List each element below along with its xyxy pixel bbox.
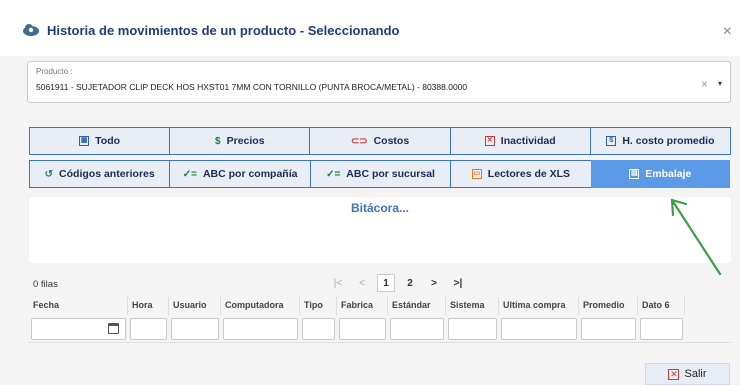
tab-lectores-xls[interactable]: ▭ Lectores de XLS xyxy=(450,160,591,188)
estandar-filter-input[interactable] xyxy=(390,318,444,340)
usuario-filter-input[interactable] xyxy=(171,318,219,340)
clear-icon[interactable]: × xyxy=(701,77,708,91)
col-computadora[interactable]: Computadora xyxy=(221,297,300,315)
hora-filter-input[interactable] xyxy=(130,318,167,340)
dialog-title: Historia de movimientos de un producto -… xyxy=(47,23,400,38)
promedio-filter-input[interactable] xyxy=(581,318,636,340)
calendar-icon[interactable] xyxy=(108,323,119,334)
product-select[interactable]: Producto : 5061911 - SUJETADOR CLIP DECK… xyxy=(27,61,731,103)
computadora-filter-input[interactable] xyxy=(223,318,298,340)
tab-h-costo-promedio[interactable]: $ H. costo promedio xyxy=(589,127,732,155)
fecha-filter-input[interactable] xyxy=(31,318,126,340)
rows-count: 0 filas xyxy=(33,279,58,290)
tab-label: Todo xyxy=(95,135,121,147)
sistema-filter-input[interactable] xyxy=(448,318,497,340)
fabrica-filter-input[interactable] xyxy=(339,318,386,340)
tab-precios[interactable]: $ Precios xyxy=(169,127,310,155)
tab-abc-sucursal[interactable]: ✓= ABC por sucursal xyxy=(309,160,451,188)
ultima-compra-filter-input[interactable] xyxy=(501,318,577,340)
tab-label: ABC por sucursal xyxy=(346,168,435,180)
col-sistema[interactable]: Sistema xyxy=(446,297,499,315)
bitacora-title: Bitácora... xyxy=(350,201,410,215)
chevron-down-icon[interactable]: ▾ xyxy=(718,79,722,88)
grid-icon: ▦ xyxy=(79,136,90,146)
tab-codigos-anteriores[interactable]: ↺ Códigos anteriores xyxy=(29,160,170,188)
last-page-button[interactable]: >| xyxy=(449,274,467,292)
x-box-icon: ✕ xyxy=(484,136,495,146)
tab-label: Códigos anteriores xyxy=(59,168,155,180)
x-box-icon: ✕ xyxy=(668,368,680,380)
tab-abc-compania[interactable]: ✓= ABC por compañía xyxy=(169,160,310,188)
tipo-filter-input[interactable] xyxy=(302,318,335,340)
tab-label: Lectores de XLS xyxy=(487,168,571,180)
money-icon: ⊂⊃ xyxy=(350,135,368,147)
cloud-search-icon xyxy=(23,24,39,36)
product-label: Producto : xyxy=(36,67,73,76)
package-icon: ▤ xyxy=(629,169,640,179)
pager: |< < 1 2 > >| xyxy=(329,274,467,292)
grid-header: Fecha Hora Usuario Computadora Tipo Fabr… xyxy=(29,297,685,315)
grid-toolbar: 0 filas |< < 1 2 > >| xyxy=(29,273,731,295)
tab-label: Embalaje xyxy=(645,168,692,180)
col-tipo[interactable]: Tipo xyxy=(300,297,337,315)
tab-label: H. costo promedio xyxy=(622,135,715,147)
tab-row-1: ▦ Todo $ Precios ⊂⊃ Costos ✕ Inactividad… xyxy=(29,127,732,155)
exit-button[interactable]: ✕ Salir xyxy=(645,363,730,385)
col-usuario[interactable]: Usuario xyxy=(169,297,221,315)
annotation-arrow-icon xyxy=(670,198,722,276)
tab-label: ABC por compañía xyxy=(202,168,298,180)
page-2-button[interactable]: 2 xyxy=(401,274,419,292)
page-1-button[interactable]: 1 xyxy=(377,274,395,292)
col-fecha[interactable]: Fecha xyxy=(29,297,128,315)
col-dato-6[interactable]: Dato 6 xyxy=(638,297,685,315)
grid-filter-row xyxy=(29,318,685,342)
history-dialog: Historia de movimientos de un producto -… xyxy=(0,0,740,385)
col-hora[interactable]: Hora xyxy=(128,297,169,315)
prev-page-button[interactable]: < xyxy=(353,274,371,292)
checklist-icon: ✓= xyxy=(182,168,197,180)
tab-label: Costos xyxy=(373,135,410,147)
book-icon: ▭ xyxy=(471,169,482,179)
dollar-icon: $ xyxy=(215,135,221,147)
col-fabrica[interactable]: Fabrica xyxy=(337,297,388,315)
exit-label: Salir xyxy=(684,368,707,380)
document-dollar-icon: $ xyxy=(606,136,617,146)
tab-embalaje[interactable]: ▤ Embalaje xyxy=(590,160,732,188)
tab-costos[interactable]: ⊂⊃ Costos xyxy=(309,127,450,155)
tab-row-2: ↺ Códigos anteriores ✓= ABC por compañía… xyxy=(29,160,732,188)
dato-6-filter-input[interactable] xyxy=(640,318,683,340)
col-ultima-compra[interactable]: Ultima compra xyxy=(499,297,579,315)
col-estandar[interactable]: Estándar xyxy=(388,297,446,315)
product-value: 5061911 - SUJETADOR CLIP DECK HOS HXST01… xyxy=(36,82,468,92)
first-page-button[interactable]: |< xyxy=(329,274,347,292)
bitacora-panel: Bitácora... xyxy=(29,197,731,263)
checklist-icon: ✓= xyxy=(326,168,341,180)
close-icon[interactable]: × xyxy=(723,24,732,40)
history-icon: ↺ xyxy=(44,168,54,180)
tab-inactividad[interactable]: ✕ Inactividad xyxy=(449,127,590,155)
next-page-button[interactable]: > xyxy=(425,274,443,292)
tab-label: Precios xyxy=(226,135,265,147)
grid-divider xyxy=(29,342,731,343)
col-promedio[interactable]: Promedio xyxy=(579,297,638,315)
tab-label: Inactividad xyxy=(500,135,556,147)
tab-todo[interactable]: ▦ Todo xyxy=(29,127,170,155)
dialog-title-bar: Historia de movimientos de un producto -… xyxy=(0,0,740,56)
